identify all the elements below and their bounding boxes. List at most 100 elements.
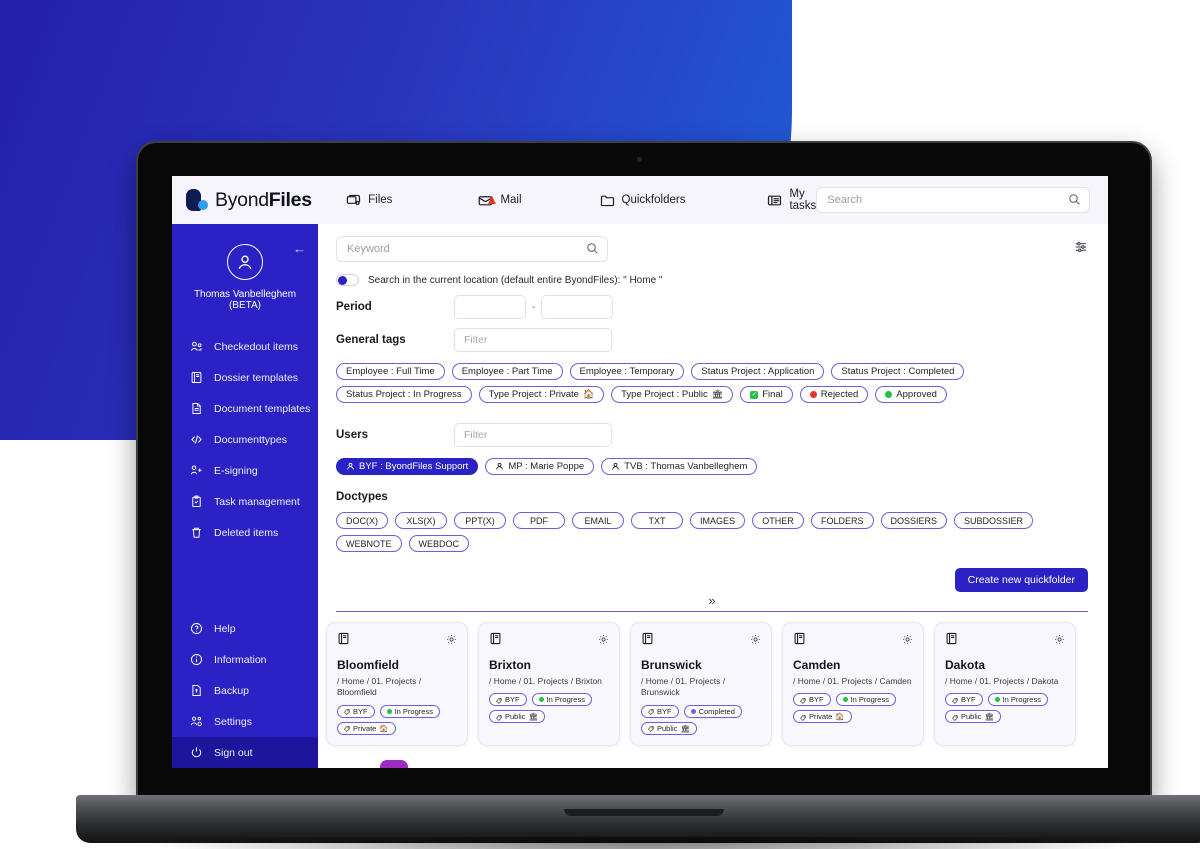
general-tag-chip[interactable]: ✓ Final [740, 386, 793, 403]
doctype-chip[interactable]: DOC(X) [336, 512, 388, 529]
general-tag-chip[interactable]: Approved [875, 386, 947, 403]
quickfolder-card[interactable]: Brixton / Home / 01. Projects / Brixton BY… [478, 622, 620, 746]
quickfolder-card[interactable]: Camden / Home / 01. Projects / Camden BYF I… [782, 622, 924, 746]
card-tag-chip[interactable]: Public 🏛 [489, 710, 545, 724]
user-chip[interactable]: TVB : Thomas Vanbelleghem [601, 458, 758, 475]
chip-label: Status Project : Completed [841, 366, 955, 377]
keyword-input[interactable] [347, 243, 581, 255]
general-tag-chip[interactable]: Type Project : Public 🏛 [611, 386, 734, 403]
card-tag-chip[interactable]: Completed [683, 704, 742, 718]
arrow-left-icon[interactable]: ← [293, 241, 306, 256]
location-toggle[interactable] [336, 274, 359, 286]
sidebar-item-deleted-items[interactable]: Deleted items [172, 517, 318, 548]
card-tag-chip[interactable]: In Progress [987, 693, 1048, 707]
doctype-chip[interactable]: PPT(X) [454, 512, 506, 529]
general-tag-chip[interactable]: Status Project : Application [691, 363, 825, 380]
keyword-search-box[interactable] [336, 236, 608, 262]
general-tag-chip[interactable]: Employee : Full Time [336, 363, 445, 380]
doctype-chip[interactable]: OTHER [752, 512, 805, 529]
gear-icon[interactable] [446, 632, 457, 650]
doctype-chip[interactable]: WEBDOC [408, 535, 470, 552]
sidebar-item-help[interactable]: Help [172, 613, 318, 644]
search-icon [586, 242, 599, 260]
tag-icon [952, 697, 958, 704]
card-tag-chip[interactable]: BYF [337, 704, 375, 718]
card-header [641, 632, 761, 650]
card-tag-chip[interactable]: Public 🏛 [945, 710, 1001, 724]
sidebar-item-backup[interactable]: Backup [172, 675, 318, 706]
code-icon [190, 433, 203, 446]
global-search-box[interactable] [816, 187, 1090, 213]
quickfolder-card[interactable]: Dakota / Home / 01. Projects / Dakota BYF I… [934, 622, 1076, 746]
doctype-chip[interactable]: WEBNOTE [336, 535, 402, 552]
sidebar-item-sign-out[interactable]: Sign out [172, 737, 318, 768]
general-tag-chip[interactable]: Type Project : Private 🏠 [478, 386, 605, 403]
sliders-icon[interactable] [1074, 240, 1088, 259]
period-to-input[interactable] [541, 295, 614, 319]
card-path: / Home / 01. Projects / Camden [793, 676, 912, 686]
topnav-item-my-tasks[interactable]: My tasks [767, 188, 816, 212]
doctype-chip[interactable]: TXT [631, 512, 683, 529]
tag-icon [344, 725, 350, 733]
general-tag-chip[interactable]: Status Project : In Progress [336, 386, 472, 403]
doctype-chip[interactable]: IMAGES [690, 512, 746, 529]
sidebar-item-document-templates[interactable]: Document templates [172, 393, 318, 424]
card-tag-chip[interactable]: Private 🏠 [793, 710, 852, 724]
doctype-chip[interactable]: EMAIL [572, 512, 624, 529]
sidebar-item-settings[interactable]: Settings [172, 706, 318, 737]
brand-logo[interactable]: ByondFiles [186, 189, 330, 212]
period-from-input[interactable] [454, 295, 526, 319]
create-new-quickfolder-button[interactable]: Create new quickfolder [954, 568, 1088, 592]
card-tag-chip[interactable]: In Progress [531, 693, 592, 707]
user-chip[interactable]: BYF : ByondFiles Support [336, 458, 479, 475]
card-tag-chip[interactable]: Public 🏛 [641, 721, 697, 735]
chip-label: Final [762, 389, 783, 400]
card-title: Dakota [945, 658, 986, 672]
laptop-lid: ByondFiles Files Mail Quickfolders My ta… [138, 143, 1150, 803]
gear-icon[interactable] [750, 632, 761, 650]
gear-icon[interactable] [598, 632, 609, 650]
tag-icon [344, 708, 350, 716]
doctype-chip[interactable]: DOSSIERS [880, 512, 948, 529]
card-tag-chip[interactable]: Private 🏠 [337, 721, 396, 735]
general-tags-filter-input[interactable] [454, 328, 612, 352]
users-filter-input[interactable] [454, 423, 612, 447]
gear-icon[interactable] [1054, 632, 1065, 650]
general-tag-chip[interactable]: Employee : Part Time [451, 363, 563, 380]
main-content: Search in the current location (default … [318, 224, 1108, 768]
sidebar-label: Task management [214, 495, 300, 508]
topnav-item-files[interactable]: Files [346, 193, 392, 208]
user-chip[interactable]: MP : Marie Poppe [485, 458, 595, 475]
card-tag-chip[interactable]: BYF [945, 693, 983, 707]
doctype-chip[interactable]: FOLDERS [811, 512, 874, 529]
sidebar-item-task-management[interactable]: Task management [172, 486, 318, 517]
general-tag-chip[interactable]: Employee : Temporary [569, 363, 685, 380]
sidebar-item-documenttypes[interactable]: Documenttypes [172, 424, 318, 455]
card-tag-chip[interactable]: BYF [641, 704, 679, 718]
sidebar-item-checkedout-items[interactable]: Checkedout items [172, 331, 318, 362]
info-circle-icon [190, 653, 203, 666]
tag-icon [952, 714, 958, 721]
sidebar-nav: Checkedout items Dossier templates Docum… [172, 331, 318, 548]
sidebar-item-e-signing[interactable]: E-signing [172, 455, 318, 486]
card-tag-chip[interactable]: BYF [793, 693, 831, 707]
gear-icon[interactable] [902, 632, 913, 650]
general-tag-chip[interactable]: Rejected [799, 386, 869, 403]
chevron-double-up-icon[interactable]: » [708, 594, 715, 607]
topnav-item-mail[interactable]: Mail [478, 193, 522, 208]
card-tag-chip[interactable]: In Progress [835, 693, 896, 707]
sidebar-item-information[interactable]: Information [172, 644, 318, 675]
doctype-chip[interactable]: XLS(X) [395, 512, 447, 529]
card-title: Brunswick [641, 658, 702, 672]
quickfolder-card[interactable]: Brunswick / Home / 01. Projects / Brunswi… [630, 622, 772, 746]
quickfolder-card[interactable]: Bloomfield / Home / 01. Projects / Bloomf… [326, 622, 468, 746]
general-tag-chip[interactable]: Status Project : Completed [831, 363, 965, 380]
topnav-item-quickfolders[interactable]: Quickfolders [600, 193, 685, 208]
doctype-chip[interactable]: PDF [513, 512, 565, 529]
card-tag-chip[interactable]: In Progress [379, 704, 440, 718]
sidebar-item-dossier-templates[interactable]: Dossier templates [172, 362, 318, 393]
doctype-chip[interactable]: SUBDOSSIER [954, 512, 1034, 529]
sidebar-label: Dossier templates [214, 371, 299, 384]
global-search-input[interactable] [827, 194, 1063, 206]
card-tag-chip[interactable]: BYF [489, 693, 527, 707]
